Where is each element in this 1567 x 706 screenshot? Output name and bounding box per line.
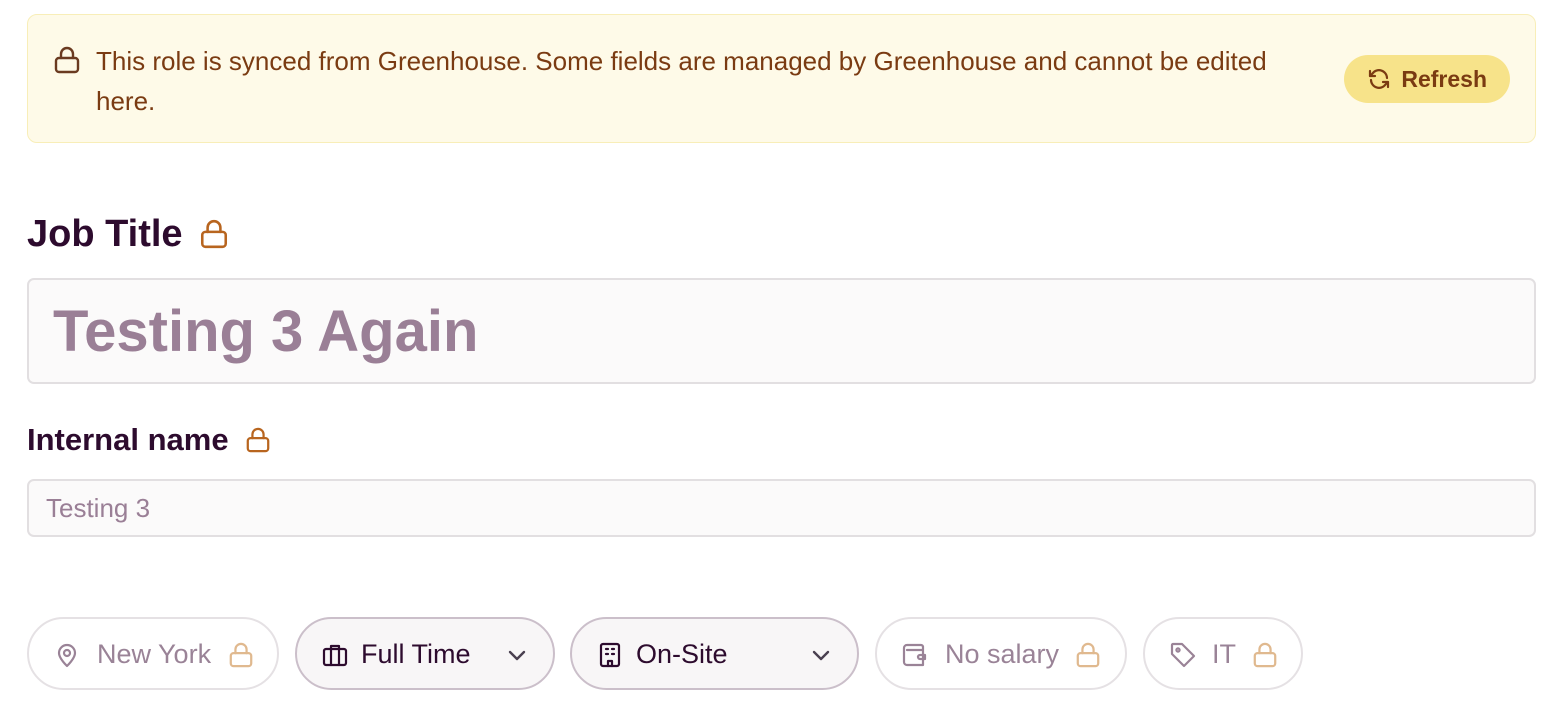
banner-message: This role is synced from Greenhouse. Som… [96, 46, 1267, 116]
tag-icon [1170, 642, 1196, 668]
internal-name-label: Internal name [27, 420, 271, 460]
internal-name-value: Testing 3 [46, 492, 151, 523]
map-pin-icon [57, 643, 77, 668]
lock-icon [200, 219, 227, 249]
job-title-label: Job Title [27, 210, 229, 258]
job-title-value: Testing 3 Again [53, 298, 479, 364]
refresh-icon [1369, 69, 1390, 89]
salary-label: No salary [945, 639, 1060, 669]
chevron-down-icon [812, 650, 830, 661]
greenhouse-sync-banner: This role is synced from Greenhouse. Som… [27, 14, 1536, 143]
internal-name-field[interactable]: Testing 3 [27, 479, 1536, 537]
employment-type-label: Full Time [361, 639, 471, 669]
chevron-down-icon [508, 650, 526, 661]
lock-icon [54, 46, 80, 74]
lock-icon [1076, 642, 1100, 668]
workplace-dropdown[interactable]: On-Site [570, 617, 859, 690]
location-label: New York [97, 639, 212, 669]
briefcase-icon [322, 644, 348, 667]
salary-chip[interactable]: No salary [875, 617, 1127, 690]
department-chip[interactable]: IT [1143, 617, 1303, 690]
employment-type-dropdown[interactable]: Full Time [295, 617, 555, 690]
job-title-field[interactable]: Testing 3 Again [27, 278, 1536, 384]
lock-icon [246, 427, 269, 453]
lock-icon [1253, 642, 1277, 668]
job-title-label-text: Job Title [27, 212, 183, 255]
internal-name-label-text: Internal name [27, 422, 229, 457]
workplace-label: On-Site [636, 639, 728, 669]
wallet-icon [902, 643, 927, 667]
location-chip[interactable]: New York [27, 617, 279, 690]
refresh-label: Refresh [1401, 65, 1487, 92]
refresh-button[interactable]: Refresh [1344, 55, 1510, 103]
building-icon [599, 642, 621, 668]
lock-icon [229, 642, 253, 668]
department-label: IT [1212, 639, 1236, 669]
